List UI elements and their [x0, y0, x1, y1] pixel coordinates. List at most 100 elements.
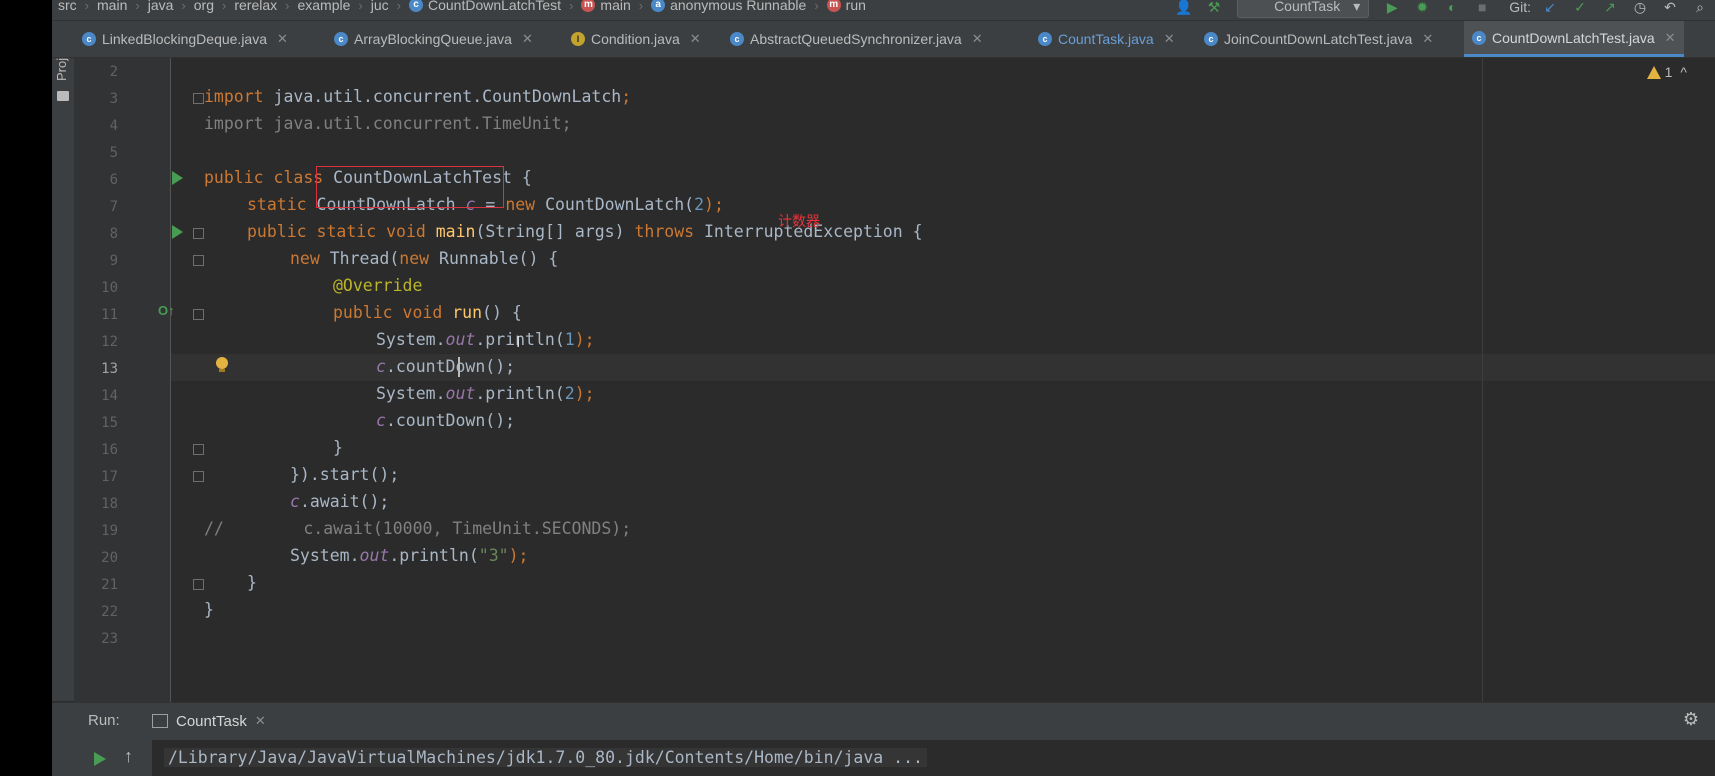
search-icon[interactable]: ⌕ [1689, 0, 1711, 17]
code-line-20: System.out.println("3"); [290, 542, 528, 569]
run-configuration-select[interactable]: CountTask [1237, 0, 1370, 18]
token: public static void [247, 222, 436, 241]
close-icon[interactable]: ✕ [972, 31, 983, 47]
token: .countDown(); [385, 411, 516, 430]
run-icon[interactable]: ▶ [1381, 0, 1403, 17]
token: .println( [475, 384, 565, 403]
breadcrumb-label: example [297, 0, 351, 13]
code-text[interactable]: import java.util.concurrent.CountDownLat… [204, 58, 923, 619]
token: static [247, 195, 317, 214]
code-line-14: System.out.println(2); [376, 380, 595, 407]
tab-label: AbstractQueuedSynchronizer.java [750, 31, 962, 47]
breadcrumb-method-main[interactable]: m main [581, 0, 631, 13]
fold-marker-icon[interactable] [193, 444, 204, 455]
code-line-12: System.out.println(1); [376, 326, 595, 353]
tab-linked-blocking-deque[interactable]: c LinkedBlockingDeque.java ✕ [82, 21, 288, 57]
rollback-icon[interactable]: ↶ [1659, 0, 1681, 17]
console-output-line: /Library/Java/JavaVirtualMachines/jdk1.7… [164, 748, 927, 767]
code-line-22: } [204, 596, 214, 623]
git-push-icon[interactable]: ↗ [1599, 0, 1621, 17]
inspection-widget[interactable]: 1 ^ [1646, 64, 1687, 80]
git-commit-icon[interactable]: ✓ [1569, 0, 1591, 17]
close-icon[interactable]: ✕ [277, 31, 288, 47]
git-update-icon[interactable]: ↙ [1539, 0, 1561, 17]
token: throws [634, 222, 704, 241]
breadcrumb-method-run[interactable]: m run [826, 0, 866, 13]
breadcrumb-label: rerelax [234, 0, 278, 13]
tab-abstract-queued-synchronizer[interactable]: c AbstractQueuedSynchronizer.java ✕ [730, 21, 983, 57]
run-class-icon[interactable] [172, 171, 183, 185]
run-main-icon[interactable] [172, 225, 183, 239]
code-line-13: c.countDown(); [376, 353, 515, 380]
run-tab-count-task[interactable]: CountTask ✕ [152, 703, 266, 739]
breadcrumb-label: run [845, 0, 866, 13]
breadcrumb-juc[interactable]: juc [371, 0, 389, 13]
fold-marker-icon[interactable] [193, 471, 204, 482]
line-number: 15 [101, 415, 118, 431]
code-line-3: import java.util.concurrent.CountDownLat… [204, 83, 631, 110]
run-console[interactable]: ↑ /Library/Java/JavaVirtualMachines/jdk1… [52, 740, 1715, 776]
debug-icon[interactable]: ✹ [1411, 0, 1433, 17]
ide-window: src › main › java › org › rerelax › example › … [52, 0, 1715, 776]
line-number: 9 [109, 253, 118, 269]
history-icon[interactable]: ◷ [1629, 0, 1651, 17]
class-icon: c [82, 32, 96, 46]
breadcrumb-org[interactable]: org [194, 0, 214, 13]
tab-label: LinkedBlockingDeque.java [102, 31, 267, 47]
tab-join-count-down-latch-test[interactable]: c JoinCountDownLatchTest.java ✕ [1204, 21, 1433, 57]
code-line-18: c.await(); [290, 488, 389, 515]
stop-icon[interactable]: ■ [1471, 0, 1493, 17]
close-icon[interactable]: ✕ [1422, 31, 1433, 47]
token: }).start(); [290, 465, 400, 484]
close-icon[interactable]: ✕ [1164, 31, 1175, 47]
project-tool-strip[interactable]: Project [52, 21, 75, 701]
fold-marker-icon[interactable] [193, 93, 204, 104]
coverage-icon[interactable]: ◐ [1441, 0, 1463, 17]
run-panel-label: Run: [88, 712, 120, 729]
tab-array-blocking-queue[interactable]: c ArrayBlockingQueue.java ✕ [334, 21, 533, 57]
breadcrumb-class[interactable]: c CountDownLatchTest [408, 0, 561, 13]
breadcrumb-label: src [58, 0, 77, 13]
breadcrumb-src[interactable]: src [58, 0, 77, 13]
token: 1 [564, 330, 575, 349]
line-number: 12 [101, 334, 118, 350]
breadcrumb-rerelax[interactable]: rerelax [234, 0, 277, 13]
breadcrumb-anonymous[interactable]: a anonymous Runnable [651, 0, 806, 13]
fold-marker-icon[interactable] [193, 228, 204, 239]
token: public void [333, 303, 453, 322]
breadcrumb-example[interactable]: example [297, 0, 350, 13]
close-icon[interactable]: ✕ [522, 31, 533, 47]
fold-marker-icon[interactable] [193, 579, 204, 590]
override-marker-icon[interactable]: O↑ [158, 303, 175, 318]
breadcrumb-label: main [97, 0, 128, 13]
tab-count-task[interactable]: c CountTask.java ✕ [1038, 21, 1175, 57]
gear-icon[interactable]: ⚙ [1683, 709, 1699, 730]
close-icon[interactable]: ✕ [1665, 30, 1676, 46]
token: ); [574, 330, 595, 349]
fold-marker-icon[interactable] [193, 255, 204, 266]
method-icon: m [826, 0, 841, 12]
breadcrumb-main[interactable]: main [97, 0, 127, 13]
breadcrumb-java[interactable]: java [148, 0, 174, 13]
method-icon: m [581, 0, 596, 12]
code-editor[interactable]: 1 ^ 2 3 4 5 6 7 8 9 10 11 12 13 14 15 16… [74, 58, 1715, 702]
rerun-icon[interactable] [94, 752, 106, 766]
code-line-21: } [247, 569, 257, 596]
tab-condition[interactable]: I Condition.java ✕ [571, 21, 701, 57]
run-tab-label: CountTask [176, 712, 247, 730]
fold-marker-icon[interactable] [193, 309, 204, 320]
token: ); [508, 546, 529, 565]
token: ); [574, 384, 595, 403]
token: import java.util.concurrent.TimeUnit; [204, 114, 572, 133]
build-hammer-icon[interactable]: ⚒ [1203, 0, 1225, 17]
token: out [445, 384, 476, 403]
arrow-up-icon[interactable]: ↑ [124, 746, 133, 767]
line-number: 11 [101, 307, 118, 323]
chevron-up-icon[interactable]: ^ [1680, 64, 1687, 80]
line-number: 3 [109, 91, 118, 107]
tab-count-down-latch-test[interactable]: c CountDownLatchTest.java ✕ [1464, 21, 1684, 57]
user-icon[interactable]: 👤▾ [1173, 0, 1195, 35]
class-icon: c [1472, 30, 1486, 45]
close-icon[interactable]: ✕ [690, 31, 701, 47]
close-icon[interactable]: ✕ [255, 713, 266, 729]
